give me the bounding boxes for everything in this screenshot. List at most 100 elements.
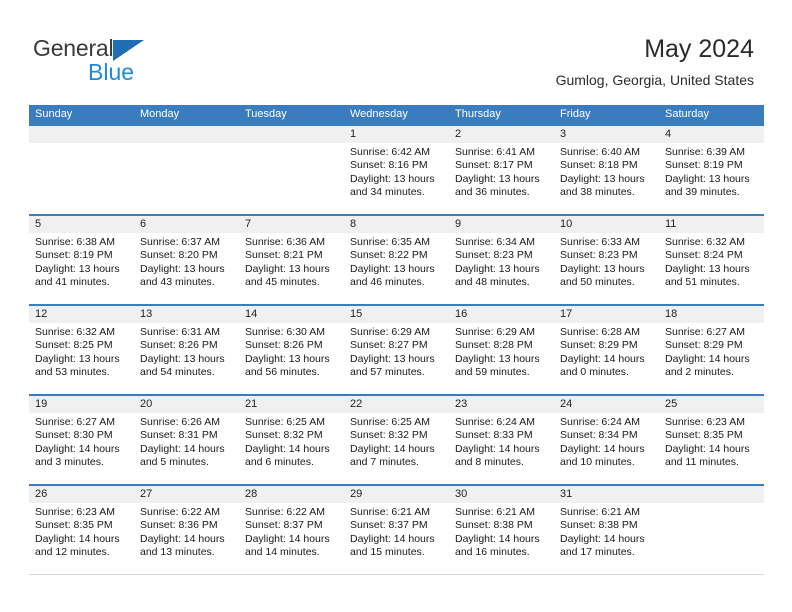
sunrise-text: Sunrise: 6:23 AM: [665, 416, 745, 428]
sunrise-text: Sunrise: 6:28 AM: [560, 326, 640, 338]
day-sun-info: Sunrise: 6:34 AM Sunset: 8:23 PM Daylight:…: [449, 233, 554, 290]
day-cell[interactable]: 20 Sunrise: 6:26 AM Sunset: 8:31 PM Dayligh…: [134, 396, 239, 484]
day-number: 5: [29, 216, 134, 233]
day-cell[interactable]: 6 Sunrise: 6:37 AM Sunset: 8:20 PM Daylight…: [134, 216, 239, 304]
day-sun-info: Sunrise: 6:31 AM Sunset: 8:26 PM Daylight:…: [134, 323, 239, 380]
sunrise-text: Sunrise: 6:25 AM: [245, 416, 325, 428]
day-number: [29, 126, 134, 143]
day-number: 3: [554, 126, 659, 143]
day-number: 2: [449, 126, 554, 143]
calendar-weeks: 1 Sunrise: 6:42 AM Sunset: 8:16 PM Daylight…: [29, 124, 764, 575]
weekday-header-saturday: Saturday: [665, 108, 710, 120]
day-cell[interactable]: 31 Sunrise: 6:21 AM Sunset: 8:38 PM Dayligh…: [554, 486, 659, 574]
day-sun-info: Sunrise: 6:22 AM Sunset: 8:37 PM Daylight:…: [239, 503, 344, 560]
day-number: 22: [344, 396, 449, 413]
day-cell-empty: [659, 486, 764, 574]
sunset-text: Sunset: 8:17 PM: [455, 159, 533, 172]
day-cell[interactable]: 19 Sunrise: 6:27 AM Sunset: 8:30 PM Dayligh…: [29, 396, 134, 484]
sunrise-text: Sunrise: 6:21 AM: [350, 506, 430, 518]
sunset-text: Sunset: 8:27 PM: [350, 339, 428, 352]
sunset-text: Sunset: 8:33 PM: [455, 429, 533, 442]
logo-top-row: General: [33, 36, 233, 61]
day-cell[interactable]: 9 Sunrise: 6:34 AM Sunset: 8:23 PM Daylight…: [449, 216, 554, 304]
day-sun-info: Sunrise: 6:29 AM Sunset: 8:27 PM Daylight:…: [344, 323, 449, 380]
sunset-text: Sunset: 8:31 PM: [140, 429, 218, 442]
day-number: 25: [659, 396, 764, 413]
day-sun-info: Sunrise: 6:21 AM Sunset: 8:37 PM Daylight:…: [344, 503, 449, 560]
day-cell[interactable]: 14 Sunrise: 6:30 AM Sunset: 8:26 PM Dayligh…: [239, 306, 344, 394]
day-number: 4: [659, 126, 764, 143]
calendar-grid: Sunday Monday Tuesday Wednesday Thursday…: [29, 105, 764, 575]
day-cell[interactable]: 17 Sunrise: 6:28 AM Sunset: 8:29 PM Dayligh…: [554, 306, 659, 394]
day-cell[interactable]: 10 Sunrise: 6:33 AM Sunset: 8:23 PM Dayligh…: [554, 216, 659, 304]
sunrise-text: Sunrise: 6:21 AM: [455, 506, 535, 518]
daylight-text: Daylight: 13 hours and 38 minutes.: [560, 172, 645, 199]
daylight-text: Daylight: 14 hours and 2 minutes.: [665, 352, 750, 379]
day-cell[interactable]: 29 Sunrise: 6:21 AM Sunset: 8:37 PM Dayligh…: [344, 486, 449, 574]
weekday-header-row: Sunday Monday Tuesday Wednesday Thursday…: [29, 105, 764, 124]
day-cell[interactable]: 8 Sunrise: 6:35 AM Sunset: 8:22 PM Daylight…: [344, 216, 449, 304]
weekday-header-monday: Monday: [140, 108, 180, 120]
sunset-text: Sunset: 8:26 PM: [245, 339, 323, 352]
sunset-text: Sunset: 8:37 PM: [245, 519, 323, 532]
day-cell[interactable]: 7 Sunrise: 6:36 AM Sunset: 8:21 PM Daylight…: [239, 216, 344, 304]
day-cell[interactable]: 15 Sunrise: 6:29 AM Sunset: 8:27 PM Dayligh…: [344, 306, 449, 394]
day-cell[interactable]: 3 Sunrise: 6:40 AM Sunset: 8:18 PM Daylight…: [554, 126, 659, 214]
day-sun-info: Sunrise: 6:41 AM Sunset: 8:17 PM Daylight:…: [449, 143, 554, 200]
day-sun-info: Sunrise: 6:33 AM Sunset: 8:23 PM Daylight:…: [554, 233, 659, 290]
day-cell[interactable]: 21 Sunrise: 6:25 AM Sunset: 8:32 PM Dayligh…: [239, 396, 344, 484]
sunset-text: Sunset: 8:29 PM: [560, 339, 638, 352]
general-blue-logo[interactable]: General Blue: [33, 36, 233, 86]
day-sun-info: Sunrise: 6:23 AM Sunset: 8:35 PM Daylight:…: [29, 503, 134, 560]
day-cell[interactable]: 28 Sunrise: 6:22 AM Sunset: 8:37 PM Dayligh…: [239, 486, 344, 574]
day-number: [659, 486, 764, 503]
day-cell[interactable]: 16 Sunrise: 6:29 AM Sunset: 8:28 PM Dayligh…: [449, 306, 554, 394]
day-cell-empty: [134, 126, 239, 214]
day-cell[interactable]: 30 Sunrise: 6:21 AM Sunset: 8:38 PM Dayligh…: [449, 486, 554, 574]
day-number: 16: [449, 306, 554, 323]
day-sun-info: Sunrise: 6:27 AM Sunset: 8:29 PM Daylight:…: [659, 323, 764, 380]
day-cell[interactable]: 5 Sunrise: 6:38 AM Sunset: 8:19 PM Daylight…: [29, 216, 134, 304]
day-cell[interactable]: 2 Sunrise: 6:41 AM Sunset: 8:17 PM Daylight…: [449, 126, 554, 214]
logo-word-blue: Blue: [88, 59, 135, 85]
daylight-text: Daylight: 13 hours and 54 minutes.: [140, 352, 225, 379]
sunset-text: Sunset: 8:21 PM: [245, 249, 323, 262]
day-number: 14: [239, 306, 344, 323]
day-cell[interactable]: 26 Sunrise: 6:23 AM Sunset: 8:35 PM Dayligh…: [29, 486, 134, 574]
day-number: 31: [554, 486, 659, 503]
day-number: 12: [29, 306, 134, 323]
sunset-text: Sunset: 8:23 PM: [560, 249, 638, 262]
daylight-text: Daylight: 14 hours and 7 minutes.: [350, 442, 435, 469]
day-cell[interactable]: 13 Sunrise: 6:31 AM Sunset: 8:26 PM Dayligh…: [134, 306, 239, 394]
sunset-text: Sunset: 8:38 PM: [455, 519, 533, 532]
daylight-text: Daylight: 13 hours and 59 minutes.: [455, 352, 540, 379]
title-block: May 2024 Gumlog, Georgia, United States: [556, 34, 754, 90]
day-sun-info: Sunrise: 6:21 AM Sunset: 8:38 PM Daylight:…: [554, 503, 659, 560]
sunset-text: Sunset: 8:36 PM: [140, 519, 218, 532]
day-cell[interactable]: 25 Sunrise: 6:23 AM Sunset: 8:35 PM Dayligh…: [659, 396, 764, 484]
day-cell[interactable]: 1 Sunrise: 6:42 AM Sunset: 8:16 PM Daylight…: [344, 126, 449, 214]
day-cell[interactable]: 23 Sunrise: 6:24 AM Sunset: 8:33 PM Dayligh…: [449, 396, 554, 484]
sunset-text: Sunset: 8:37 PM: [350, 519, 428, 532]
day-cell[interactable]: 12 Sunrise: 6:32 AM Sunset: 8:25 PM Dayligh…: [29, 306, 134, 394]
day-sun-info: Sunrise: 6:32 AM Sunset: 8:24 PM Daylight:…: [659, 233, 764, 290]
day-number: 7: [239, 216, 344, 233]
day-cell[interactable]: 22 Sunrise: 6:25 AM Sunset: 8:32 PM Dayligh…: [344, 396, 449, 484]
sunrise-text: Sunrise: 6:27 AM: [665, 326, 745, 338]
page-header: General Blue May 2024 Gumlog, Georgia, U…: [0, 0, 792, 100]
day-cell[interactable]: 18 Sunrise: 6:27 AM Sunset: 8:29 PM Dayligh…: [659, 306, 764, 394]
sunrise-text: Sunrise: 6:24 AM: [560, 416, 640, 428]
sunset-text: Sunset: 8:16 PM: [350, 159, 428, 172]
day-cell-empty: [239, 126, 344, 214]
day-sun-info: Sunrise: 6:22 AM Sunset: 8:36 PM Daylight:…: [134, 503, 239, 560]
day-sun-info: Sunrise: 6:21 AM Sunset: 8:38 PM Daylight:…: [449, 503, 554, 560]
day-cell[interactable]: 27 Sunrise: 6:22 AM Sunset: 8:36 PM Dayligh…: [134, 486, 239, 574]
day-number: 26: [29, 486, 134, 503]
day-cell[interactable]: 24 Sunrise: 6:24 AM Sunset: 8:34 PM Dayligh…: [554, 396, 659, 484]
day-cell[interactable]: 11 Sunrise: 6:32 AM Sunset: 8:24 PM Dayligh…: [659, 216, 764, 304]
day-number: [239, 126, 344, 143]
daylight-text: Daylight: 14 hours and 10 minutes.: [560, 442, 645, 469]
sunset-text: Sunset: 8:38 PM: [560, 519, 638, 532]
day-cell[interactable]: 4 Sunrise: 6:39 AM Sunset: 8:19 PM Daylight…: [659, 126, 764, 214]
sunrise-text: Sunrise: 6:34 AM: [455, 236, 535, 248]
